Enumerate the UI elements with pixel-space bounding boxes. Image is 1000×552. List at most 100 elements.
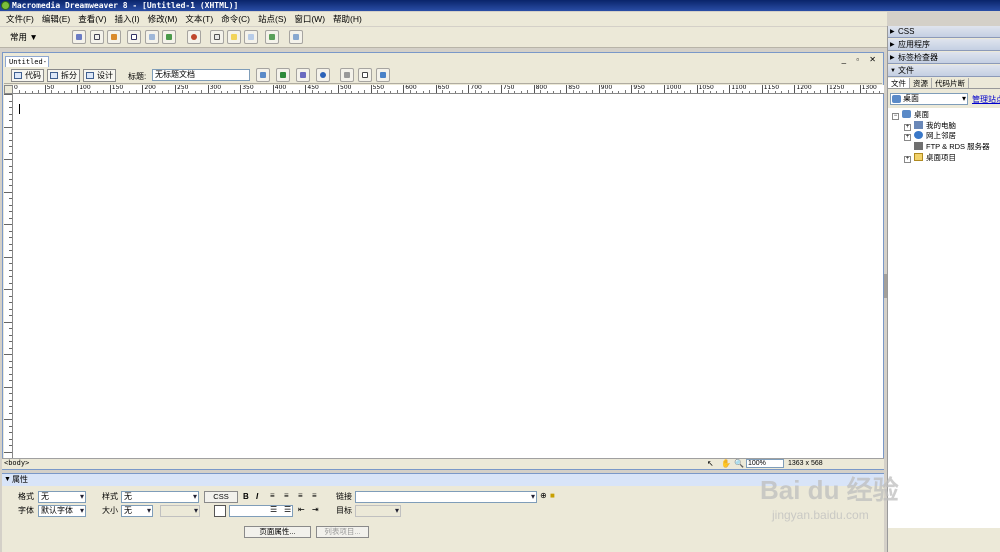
refresh-icon[interactable] — [340, 68, 354, 82]
menu-insert[interactable]: 插入(I) — [111, 13, 144, 25]
tree-node-ftp-rds[interactable]: FTP & RDS 服务器 — [914, 142, 990, 152]
indent-icon[interactable]: ⇥ — [312, 505, 319, 515]
expand-icon[interactable]: + — [904, 156, 911, 163]
browse-folder-icon[interactable]: ■ — [550, 491, 555, 501]
split-view-button[interactable]: 拆分 — [47, 69, 80, 82]
select-tool-icon[interactable]: ↖ — [707, 459, 714, 468]
menu-text[interactable]: 文本(T) — [181, 13, 217, 25]
point-to-file-icon[interactable]: ⊕ — [540, 491, 547, 501]
document-tab[interactable]: Untitled-1 — [5, 56, 49, 76]
hyperlink-icon[interactable] — [72, 30, 86, 44]
expand-icon[interactable]: + — [904, 134, 911, 141]
site-select[interactable]: 桌面 — [890, 93, 968, 105]
tree-node-network[interactable]: + 网上邻居 — [904, 131, 956, 141]
manage-sites-link[interactable]: 管理站点 — [972, 94, 1000, 105]
tab-snippets[interactable]: 代码片断 — [932, 78, 969, 88]
menu-file[interactable]: 文件(F) — [2, 13, 38, 25]
window-size[interactable]: 1363 x 568 — [788, 459, 823, 468]
outdent-icon[interactable]: ⇤ — [298, 505, 305, 515]
menu-site[interactable]: 站点(S) — [254, 13, 290, 25]
title-input[interactable]: 无标题文档 — [152, 69, 250, 81]
ruler-minor-mark — [4, 159, 12, 160]
bold-button[interactable]: B — [243, 492, 249, 502]
ruler-minor-mark — [155, 91, 157, 93]
font-select[interactable]: 默认字体 — [38, 505, 86, 517]
link-input[interactable] — [355, 491, 537, 503]
collapse-icon[interactable]: − — [892, 113, 899, 120]
tag-chooser-icon[interactable] — [289, 30, 303, 44]
layer-icon[interactable] — [145, 30, 159, 44]
menu-modify[interactable]: 修改(M) — [144, 13, 182, 25]
files-panel-header[interactable]: 文件 — [888, 65, 1000, 77]
design-canvas[interactable] — [13, 94, 883, 458]
preview-icon[interactable] — [276, 68, 290, 82]
align-left-icon[interactable]: ≡ — [270, 491, 275, 501]
document-window-controls[interactable]: _ ▫ ✕ — [842, 55, 880, 64]
table-icon[interactable] — [127, 30, 141, 44]
ruler-minor-mark — [351, 91, 353, 93]
menu-window[interactable]: 窗口(W) — [290, 13, 329, 25]
align-center-icon[interactable]: ≡ — [284, 491, 289, 501]
menu-view[interactable]: 查看(V) — [74, 13, 110, 25]
date-icon[interactable] — [210, 30, 224, 44]
document-toolbar: 代码 拆分 设计 标题: 无标题文档 — [4, 67, 882, 84]
properties-header[interactable]: ▼ 属性 — [2, 474, 884, 486]
debug-icon[interactable] — [296, 68, 310, 82]
ordered-list-icon[interactable]: ☰ — [284, 505, 291, 515]
named-anchor-icon[interactable] — [107, 30, 121, 44]
file-management-icon[interactable] — [256, 68, 270, 82]
tag-inspector-panel-header[interactable]: 标签检查器 — [888, 52, 1000, 64]
tree-node-desktop-items[interactable]: + 桌面项目 — [904, 153, 956, 163]
image-icon[interactable] — [162, 30, 176, 44]
menu-help[interactable]: 帮助(H) — [329, 13, 366, 25]
ruler-minor-mark — [25, 91, 27, 93]
align-right-icon[interactable]: ≡ — [298, 491, 303, 501]
css-panel-header[interactable]: CSS — [888, 26, 1000, 38]
templates-icon[interactable] — [265, 30, 279, 44]
ruler-minor-mark — [4, 321, 12, 323]
tag-selector[interactable]: <body> — [4, 458, 29, 469]
ruler-minor-mark — [409, 90, 411, 93]
hand-tool-icon[interactable]: ✋ — [721, 459, 731, 468]
tree-node-label: FTP & RDS 服务器 — [926, 142, 990, 151]
design-view-button[interactable]: 设计 — [83, 69, 116, 82]
size-select[interactable]: 无 — [121, 505, 153, 517]
ruler-minor-mark — [703, 90, 705, 93]
ruler-origin[interactable] — [4, 85, 13, 94]
ruler-tick-mark — [631, 85, 633, 93]
format-select[interactable]: 无 — [38, 491, 86, 503]
page-properties-button[interactable]: 页面属性... — [244, 526, 311, 538]
style-select[interactable]: 无 — [121, 491, 199, 503]
expand-icon[interactable]: + — [904, 124, 911, 131]
ruler-minor-mark — [122, 91, 124, 93]
server-include-icon[interactable] — [227, 30, 241, 44]
tree-node-desktop[interactable]: − 桌面 — [892, 110, 929, 120]
insert-category-dropdown[interactable]: 常用 ▼ — [10, 31, 38, 43]
email-link-icon[interactable] — [90, 30, 104, 44]
ruler-minor-mark — [866, 90, 868, 93]
unordered-list-icon[interactable]: ☰ — [270, 505, 277, 515]
view-options-icon[interactable] — [358, 68, 372, 82]
zoom-select[interactable]: 100% — [746, 459, 784, 468]
tab-assets[interactable]: 资源 — [910, 78, 932, 88]
menu-edit[interactable]: 编辑(E) — [38, 13, 74, 25]
ruler-minor-mark — [9, 425, 12, 427]
list-item-button: 列表项目... — [316, 526, 369, 538]
zoom-tool-icon[interactable]: 🔍 — [734, 459, 744, 468]
ruler-minor-mark — [9, 263, 12, 264]
ruler-minor-mark — [9, 334, 12, 336]
css-button[interactable]: CSS — [204, 491, 238, 503]
globe-icon[interactable] — [316, 68, 330, 82]
tab-files[interactable]: 文件 — [888, 78, 910, 88]
ruler-minor-mark — [9, 269, 12, 271]
text-color-swatch[interactable] — [214, 505, 226, 517]
application-panel-header[interactable]: 应用程序 — [888, 39, 1000, 51]
tree-node-my-computer[interactable]: + 我的电脑 — [904, 121, 956, 131]
visual-aids-icon[interactable] — [376, 68, 390, 82]
menu-commands[interactable]: 命令(C) — [217, 13, 254, 25]
comment-icon[interactable] — [244, 30, 258, 44]
italic-button[interactable]: I — [256, 492, 258, 502]
media-icon[interactable] — [187, 30, 201, 44]
code-view-button[interactable]: 代码 — [11, 69, 44, 82]
justify-icon[interactable]: ≡ — [312, 491, 317, 501]
